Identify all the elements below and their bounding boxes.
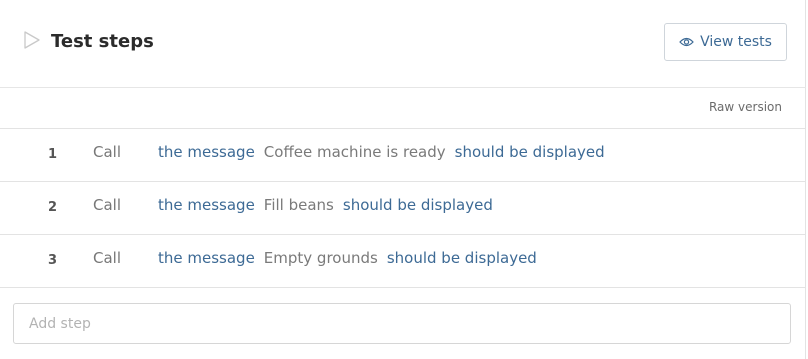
step-parameter: Fill beans <box>263 196 334 214</box>
step-text: the message Fill beans should be displayed <box>158 196 493 214</box>
step-keyword: Call <box>93 249 122 267</box>
step-parameter: Empty grounds <box>263 249 378 267</box>
step-action: the message <box>158 249 255 267</box>
view-tests-button[interactable]: View tests <box>664 23 787 61</box>
step-keyword: Call <box>93 196 122 214</box>
step-assertion: should be displayed <box>386 249 537 267</box>
test-steps-panel: Test steps View tests Raw version 1 Call… <box>0 0 806 359</box>
step-parameter: Coffee machine is ready <box>263 143 446 161</box>
add-step-input[interactable] <box>13 303 791 344</box>
step-number: 3 <box>48 253 58 268</box>
step-action: the message <box>158 196 255 214</box>
step-assertion: should be displayed <box>342 196 493 214</box>
step-row[interactable]: 2 Call the message Fill beans should be di… <box>0 182 806 235</box>
eye-icon <box>679 37 694 47</box>
panel-header: Test steps View tests <box>0 0 806 88</box>
step-keyword: Call <box>93 143 122 161</box>
raw-version-link[interactable]: Raw version <box>709 100 782 114</box>
step-row[interactable]: 1 Call the message Coffee machine is read… <box>0 129 806 182</box>
raw-version-bar: Raw version <box>0 88 806 129</box>
step-number: 1 <box>48 147 58 162</box>
step-text: the message Coffee machine is ready should… <box>158 143 605 161</box>
step-row[interactable]: 3 Call the message Empty grounds should be… <box>0 235 806 288</box>
page-title: Test steps <box>51 31 154 52</box>
step-assertion: should be displayed <box>454 143 605 161</box>
step-number: 2 <box>48 200 58 215</box>
step-text: the message Empty grounds should be displa… <box>158 249 537 267</box>
play-outline-icon[interactable] <box>23 30 41 50</box>
step-action: the message <box>158 143 255 161</box>
view-tests-label: View tests <box>700 34 772 50</box>
